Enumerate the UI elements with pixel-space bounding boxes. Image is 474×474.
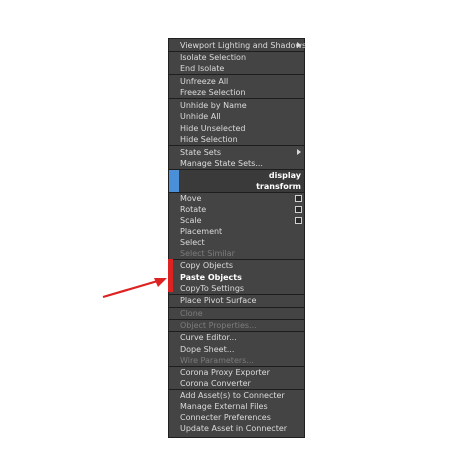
annotation-arrow — [102, 278, 167, 299]
annotation-arrow-shaft — [102, 278, 162, 299]
